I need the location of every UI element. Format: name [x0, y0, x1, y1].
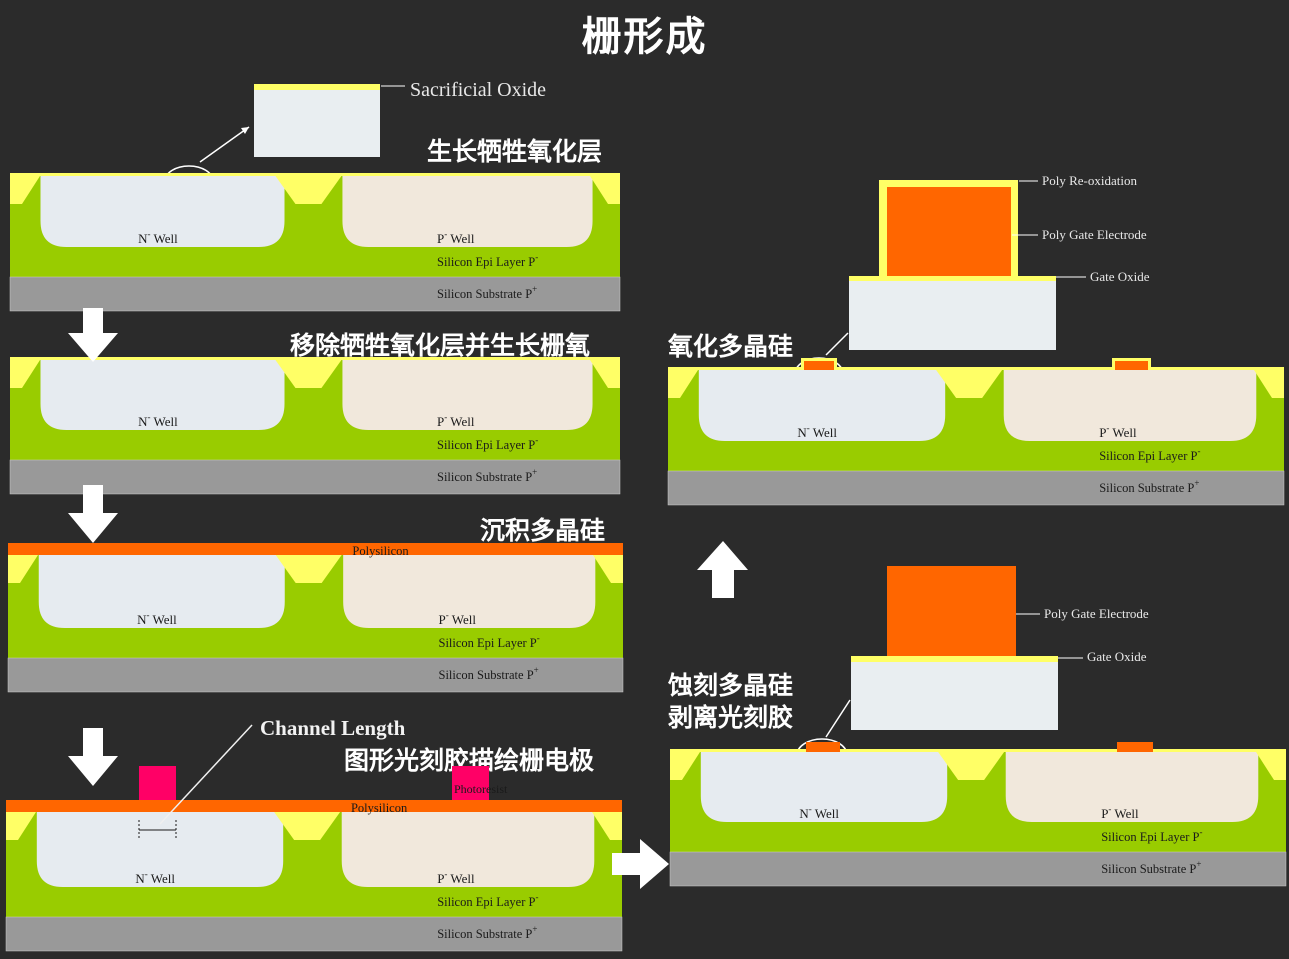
arrow-down-3 [68, 728, 118, 786]
arrow-up [697, 541, 748, 598]
flow-arrows [68, 308, 748, 889]
arrow-down-2 [68, 485, 118, 543]
arrow-down-1 [68, 308, 118, 362]
arrow-right [612, 839, 669, 889]
